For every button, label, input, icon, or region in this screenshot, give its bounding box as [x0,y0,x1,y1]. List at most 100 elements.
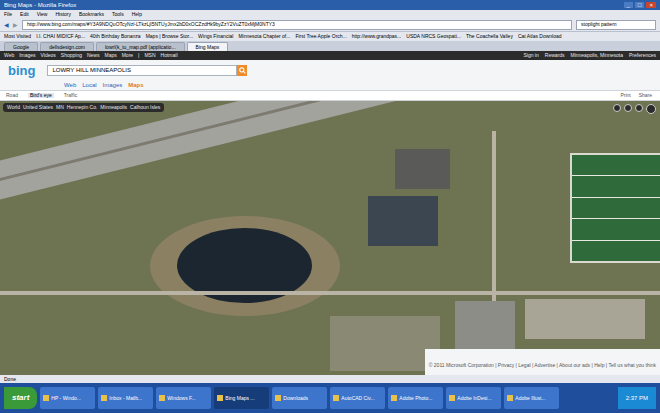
tab-bar: Googledellsdesign.comlowrl(k_tu_map.pdf … [0,41,660,51]
tab[interactable]: Bing Maps [187,42,229,51]
view-button[interactable]: Bird's eye [28,93,54,98]
menu-item[interactable]: View [37,12,48,17]
breadcrumb-item[interactable]: World [7,105,20,110]
menu-item[interactable]: Bookmarks [79,12,104,17]
bookmark[interactable]: Cat Atlas Download [518,34,562,39]
url-field[interactable]: http://www.bing.com/maps/#Y3A9NDQuOTcyNz… [22,20,572,30]
vertical-link[interactable]: Images [103,82,123,88]
taskbar-item[interactable]: Adobe Illust... [504,387,559,409]
top-link[interactable]: | [138,53,139,58]
breadcrumb-item[interactable]: Minneapolis [100,105,127,110]
vertical-link[interactable]: Maps [128,82,143,88]
map-action[interactable]: Share [639,93,652,98]
bookmark[interactable]: http://www.grandpas... [352,34,401,39]
top-link[interactable]: Hotmail [161,53,178,58]
bing-logo[interactable]: bing [8,64,35,77]
taskbar-item[interactable]: AutoCAD Civ... [330,387,385,409]
breadcrumb-item[interactable]: United States [23,105,53,110]
top-link[interactable]: Web [4,53,14,58]
map-toolbar: Road Bird's eye Traffic Print Share [0,90,660,101]
top-link[interactable]: Maps [104,53,116,58]
menu-bar: File Edit View History Bookmarks Tools Help [0,10,660,18]
rotate-icon[interactable] [635,104,643,112]
status-bar: Done [0,375,660,383]
zoom-in-icon[interactable] [624,104,632,112]
top-link[interactable]: More [122,53,133,58]
map-footer: © 2011 Microsoft Corporation | Privacy |… [425,349,660,375]
back-button[interactable]: ◀ [4,22,9,28]
query-field[interactable]: LOWRY HILL MINNEAPOLIS [47,65,237,76]
bing-header: bing LOWRY HILL MINNEAPOLIS [0,60,660,80]
vertical-link[interactable]: Web [64,82,76,88]
bing-top-bar: Web Images Videos Shopping News Maps More | MSN H… [0,51,660,60]
breadcrumb-item[interactable]: Hennepin Co. [67,105,98,110]
window-control[interactable]: □ [635,2,645,8]
bookmark[interactable]: Most Visited [4,34,31,39]
compass-icon[interactable] [646,104,656,114]
tab[interactable]: Google [4,42,38,51]
breadcrumb: WorldUnited StatesMNHennepin Co.Minneapo… [3,103,164,112]
bookmark[interactable]: The Coachella Valley [466,34,513,39]
vertical-link[interactable]: Local [82,82,96,88]
menu-item[interactable]: Tools [112,12,124,17]
zoom-out-icon[interactable] [613,104,621,112]
window-control[interactable]: _ [624,2,633,8]
football-field [570,153,660,263]
taskbar: startHP - Windo...Inbox - Mailb...Window… [0,383,660,413]
top-link[interactable]: Shopping [61,53,82,58]
title-bar: Bing Maps - Mozilla Firefox _□× [0,0,660,10]
forward-button[interactable]: ▶ [13,22,18,28]
map-controls [613,104,656,114]
taskbar-item[interactable]: HP - Windo... [40,387,95,409]
window-title: Bing Maps - Mozilla Firefox [4,2,76,8]
taskbar-item[interactable]: Bing Maps ... [214,387,269,409]
browser-window: Bing Maps - Mozilla Firefox _□× File Edit Vi… [0,0,660,413]
nav-bar: ◀ ▶ http://www.bing.com/maps/#Y3A9NDQuOTcy… [0,18,660,32]
taskbar-item[interactable]: Windows F... [156,387,211,409]
taskbar-item[interactable]: Downloads [272,387,327,409]
top-link[interactable]: News [87,53,100,58]
breadcrumb-item[interactable]: MN [56,105,64,110]
account-link[interactable]: Minneapolis, Minnesota [571,53,624,58]
bookmark[interactable]: USDA NRCS Geospati... [406,34,461,39]
menu-item[interactable]: History [55,12,71,17]
tab[interactable]: dellsdesign.com [40,42,94,51]
breadcrumb-item[interactable]: Calhoun Isles [130,105,160,110]
menu-item[interactable]: Edit [20,12,29,17]
window-control[interactable]: × [646,2,656,8]
bookmarks-bar: Most Visited I.I. CHAI MIDICF Ap... 40th B… [0,32,660,41]
taskbar-item[interactable]: Inbox - Mailb... [98,387,153,409]
verticals-bar: Web Local Images Maps [0,80,660,90]
parking-lot [455,301,515,356]
top-link[interactable]: MSN [144,53,155,58]
houses [330,316,440,371]
menu-item[interactable]: File [4,12,12,17]
menu-item[interactable]: Help [132,12,142,17]
building [525,299,645,339]
account-link[interactable]: Preferences [629,53,656,58]
taskbar-item[interactable]: Adobe InDesi... [446,387,501,409]
building [368,196,438,246]
top-link[interactable]: Images [19,53,35,58]
bookmark[interactable]: Wings Financial [198,34,233,39]
bookmark[interactable]: 40th Birthday Bonanza [90,34,141,39]
top-link[interactable]: Videos [41,53,56,58]
search-field[interactable]: stoplight pattern [576,20,656,30]
map-action[interactable]: Print [620,93,630,98]
view-button[interactable]: Traffic [62,93,80,98]
start-button[interactable]: start [4,387,37,409]
tab[interactable]: lowrl(k_tu_map.pdf (applicatio... [96,42,185,51]
road [0,291,660,295]
account-link[interactable]: Rewards [545,53,565,58]
building [395,149,450,189]
bookmark[interactable]: First Tree Apple Orch... [295,34,346,39]
status-text: Done [4,377,16,382]
view-button[interactable]: Road [4,93,20,98]
taskbar-item[interactable]: Adobe Photo... [388,387,443,409]
bookmark[interactable]: Maps | Browse Stor... [146,34,193,39]
search-button[interactable] [237,65,247,76]
bookmark[interactable]: I.I. CHAI MIDICF Ap... [36,34,85,39]
map-canvas[interactable]: WorldUnited StatesMNHennepin Co.Minneapo… [0,101,660,375]
account-link[interactable]: Sign in [523,53,538,58]
bookmark[interactable]: Minnesota Chapter of... [238,34,290,39]
